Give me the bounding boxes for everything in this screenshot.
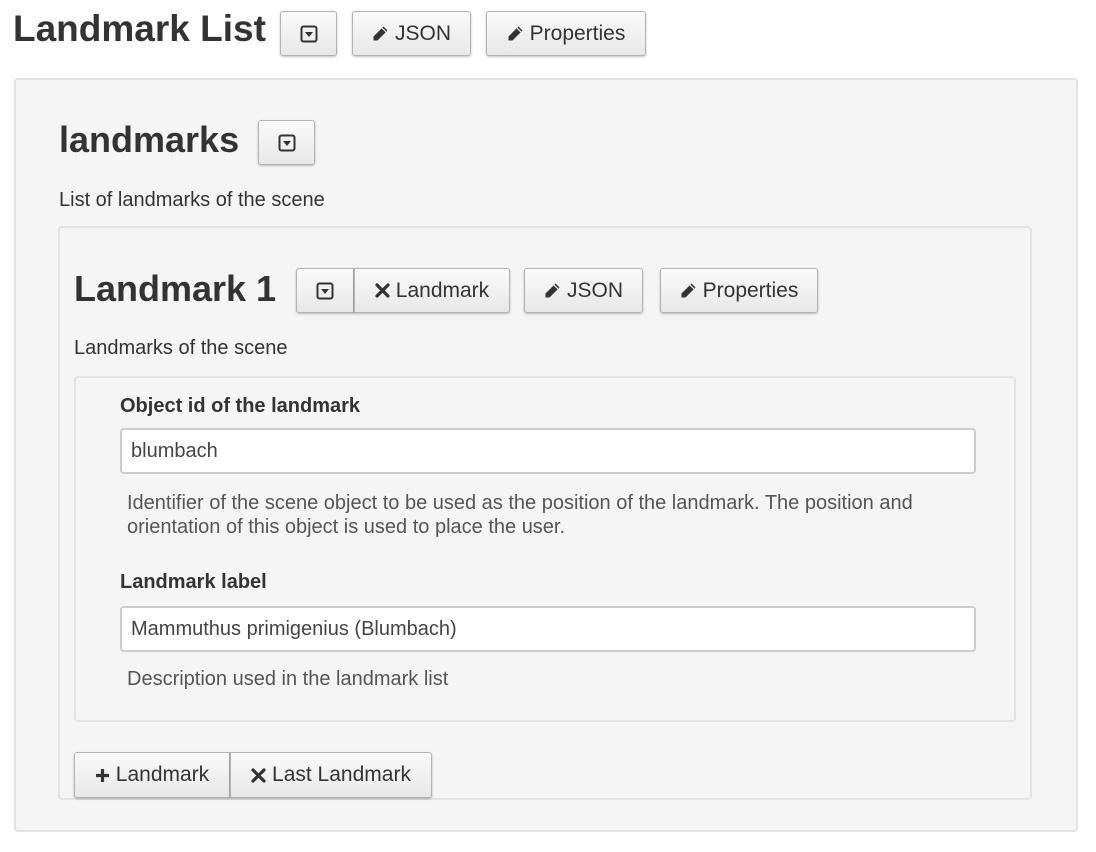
landmark-item-title: Landmark 1 xyxy=(74,268,277,309)
delete-landmark-label: Landmark xyxy=(395,278,490,302)
landmarks-title: landmarks xyxy=(59,119,240,160)
landmarks-description: List of landmarks of the scene xyxy=(59,189,325,211)
delete-last-landmark-button[interactable]: Last Landmark xyxy=(230,752,432,798)
times-icon xyxy=(375,283,390,298)
json-button[interactable]: JSON xyxy=(352,11,471,56)
properties-button-label: Properties xyxy=(529,21,626,45)
landmark-label-help: Description used in the landmark list xyxy=(127,668,449,690)
object-id-input[interactable] xyxy=(120,428,976,474)
pencil-icon xyxy=(372,25,389,42)
landmarks-collapse-button[interactable] xyxy=(258,120,315,165)
add-landmark-label: Landmark xyxy=(115,763,210,786)
pencil-icon xyxy=(680,282,697,299)
object-id-label: Object id of the landmark xyxy=(120,395,361,417)
landmark-item-description: Landmarks of the scene xyxy=(74,337,288,359)
collapse-icon xyxy=(278,134,296,152)
pencil-icon xyxy=(544,282,561,299)
item-properties-button[interactable]: Properties xyxy=(660,268,818,313)
object-id-help: Identifier of the scene object to be use… xyxy=(127,492,913,538)
landmark-label-label: Landmark label xyxy=(120,571,267,593)
landmark-label-input[interactable] xyxy=(120,606,976,652)
item-collapse-button[interactable] xyxy=(296,268,354,313)
plus-icon xyxy=(95,768,110,783)
add-landmark-button[interactable]: Landmark xyxy=(74,752,230,798)
times-icon xyxy=(251,767,266,783)
collapse-icon xyxy=(316,282,334,300)
delete-landmark-button[interactable]: Landmark xyxy=(354,268,510,313)
pencil-icon xyxy=(507,25,524,42)
item-json-button[interactable]: JSON xyxy=(524,268,643,313)
collapse-button[interactable] xyxy=(280,11,337,56)
delete-last-landmark-label: Last Landmark xyxy=(272,763,411,786)
properties-button[interactable]: Properties xyxy=(486,11,646,56)
page-title: Landmark List xyxy=(13,8,266,49)
item-json-label: JSON xyxy=(566,278,623,302)
item-properties-label: Properties xyxy=(702,278,799,302)
json-button-label: JSON xyxy=(394,21,451,45)
collapse-icon xyxy=(300,25,318,43)
